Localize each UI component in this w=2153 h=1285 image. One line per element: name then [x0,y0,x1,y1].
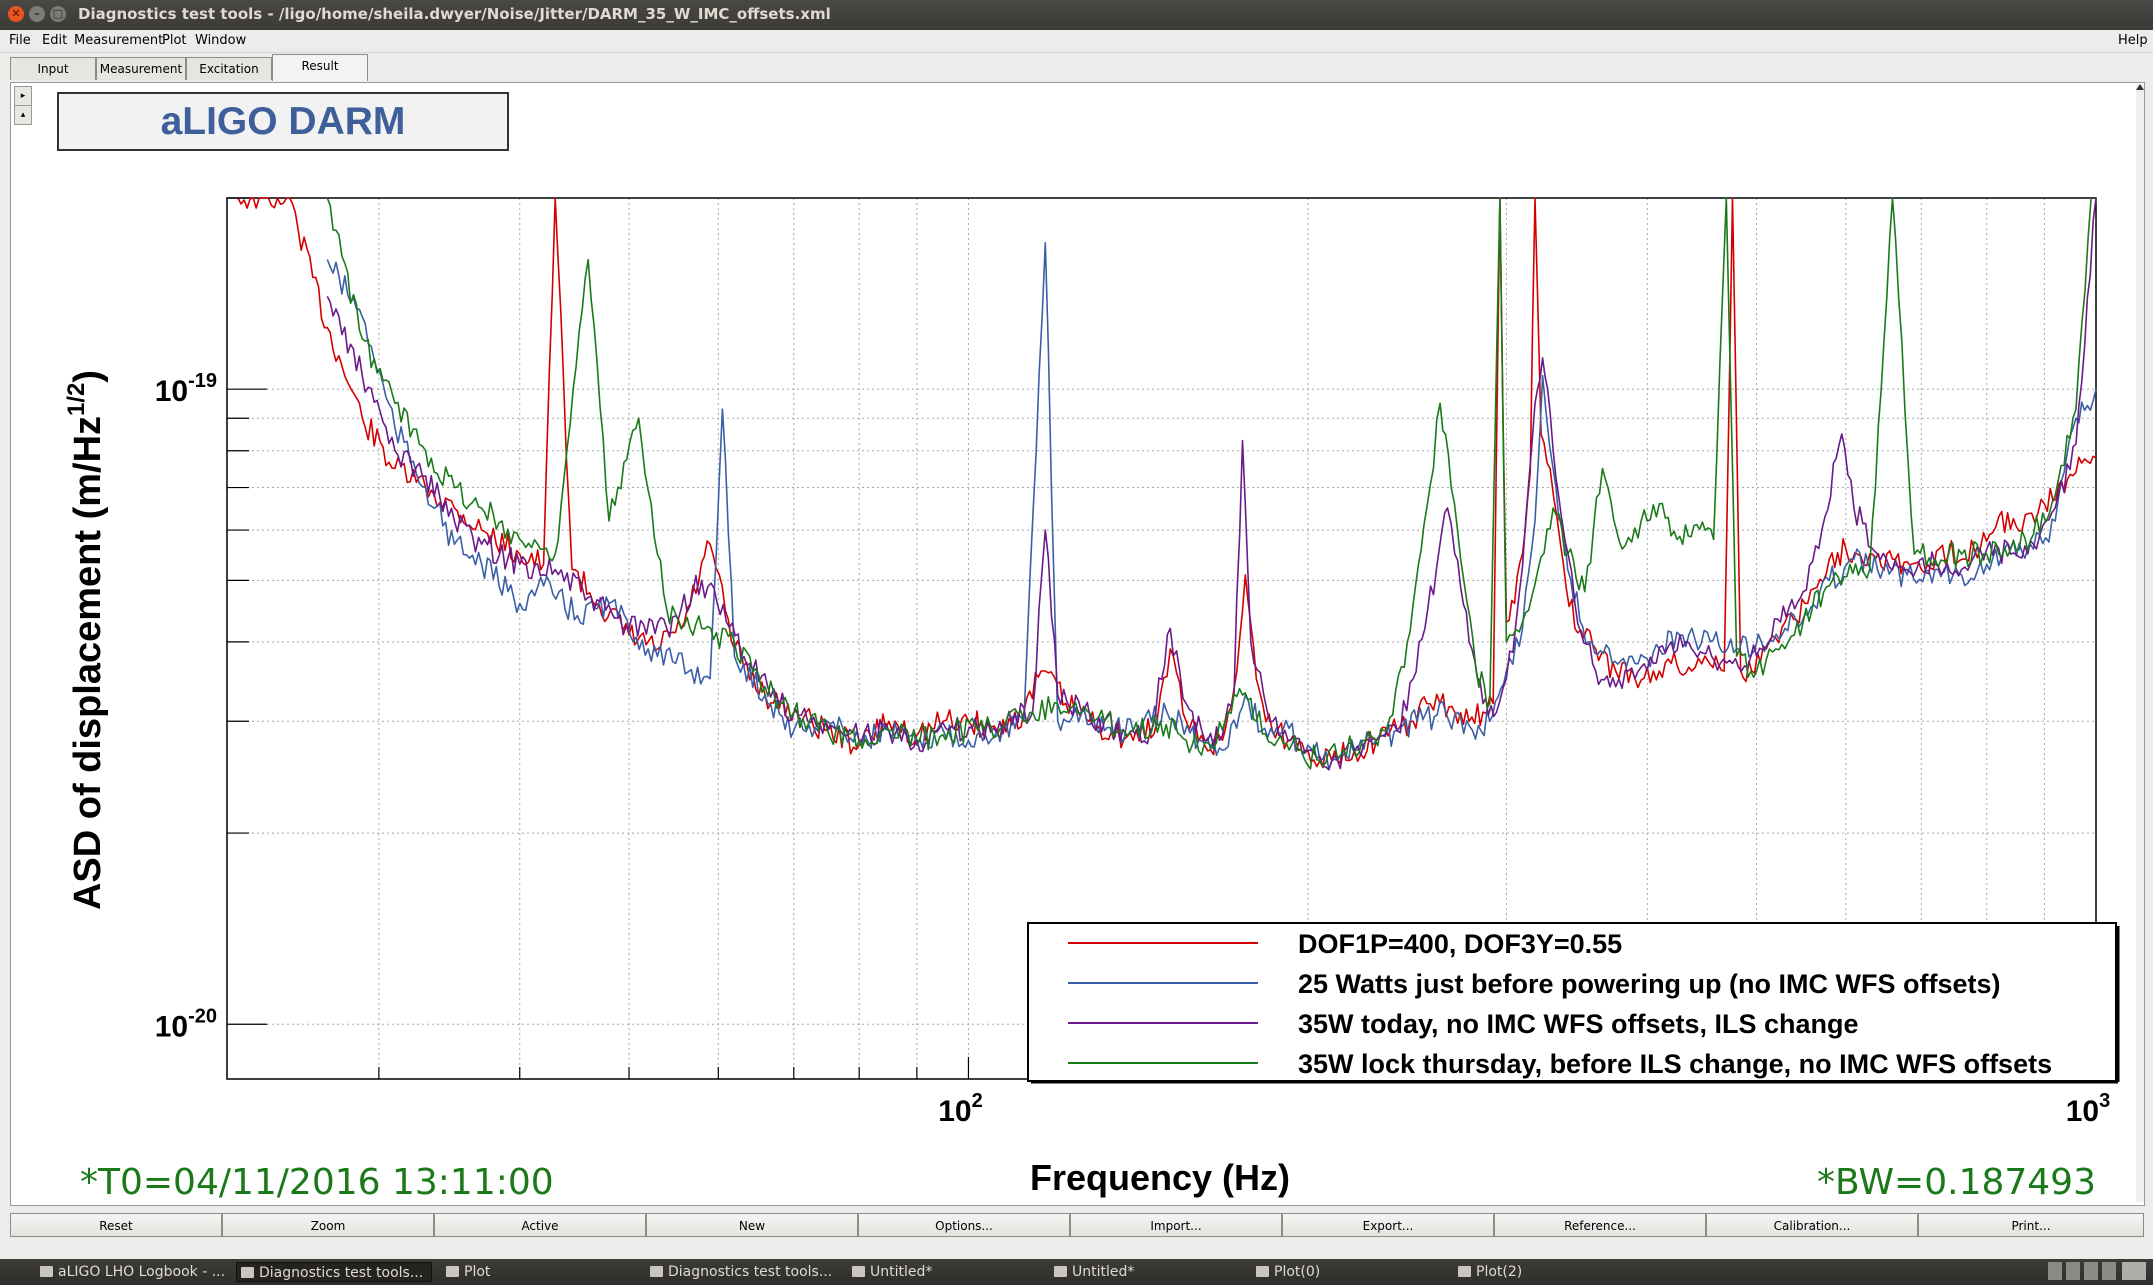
series-line-25-watts-just-before-powering- [326,242,2097,771]
calibration-button[interactable]: Calibration... [1706,1213,1918,1237]
taskbar: aLIGO LHO Logbook - ... Diagnostics test… [0,1259,2153,1285]
taskbar-item-untitled-1[interactable]: Untitled* [848,1262,1044,1282]
taskbar-item-logbook[interactable]: aLIGO LHO Logbook - ... [36,1262,232,1282]
export-button[interactable]: Export... [1282,1213,1494,1237]
y-axis-label: ASD of displacement (m/Hz1/2) [63,370,109,910]
zoom-button[interactable]: Zoom [222,1213,434,1237]
taskbar-item-diagnostics-1[interactable]: Diagnostics test tools... [236,1262,432,1282]
workspace-icon[interactable] [2066,1262,2080,1280]
x-tick-label: 102 [938,1090,983,1128]
t0-label: *T0=04/11/2016 13:11:00 [80,1162,554,1203]
legend: DOF1P=400, DOF3Y=0.55 25 Watts just befor… [1027,922,2120,1084]
taskbar-item-plot0[interactable]: Plot(0) [1252,1262,1448,1282]
trash-icon[interactable] [2122,1262,2146,1280]
taskbar-item-plot[interactable]: Plot [442,1262,638,1282]
reset-button[interactable]: Reset [10,1213,222,1237]
workspace-icon[interactable] [2102,1262,2116,1280]
x-axis-label: Frequency (Hz) [1030,1157,1290,1198]
window-icon [446,1266,459,1277]
x-tick-label: 103 [2066,1090,2111,1128]
document-icon [852,1266,865,1277]
window-icon [241,1267,254,1278]
legend-label: 35W lock thursday, before ILS change, no… [1298,1049,2052,1079]
taskbar-item-diagnostics-2[interactable]: Diagnostics test tools... [646,1262,842,1282]
browser-icon [40,1266,53,1277]
active-button[interactable]: Active [434,1213,646,1237]
taskbar-item-untitled-2[interactable]: Untitled* [1050,1262,1246,1282]
series-line-dof1p-400-dof3y-0-55 [237,197,2097,769]
asd-chart[interactable]: 102 103 10-19 10-20 Frequency (Hz) ASD of d… [0,0,2153,1285]
series-line-35w-today-no-imc-wfs-offsets-i [326,197,2097,771]
taskbar-item-plot2[interactable]: Plot(2) [1454,1262,1650,1282]
workspace-icon[interactable] [2048,1262,2062,1280]
import-button[interactable]: Import... [1070,1213,1282,1237]
window-icon [1458,1266,1471,1277]
legend-label: 25 Watts just before powering up (no IMC… [1298,969,2001,999]
series-layer [237,197,2097,771]
reference-button[interactable]: Reference... [1494,1213,1706,1237]
series-line-35w-lock-thursday-before-ils-c [326,197,2092,770]
options-button[interactable]: Options... [858,1213,1070,1237]
new-button[interactable]: New [646,1213,858,1237]
window-icon [1256,1266,1269,1277]
bw-label: *BW=0.187493 [1817,1162,2096,1203]
legend-label: DOF1P=400, DOF3Y=0.55 [1298,929,1622,959]
window-icon [650,1266,663,1277]
workspace-icon[interactable] [2084,1262,2098,1280]
document-icon [1054,1266,1067,1277]
y-tick-label: 10-20 [155,1005,217,1043]
legend-label: 35W today, no IMC WFS offsets, ILS chang… [1298,1009,1859,1039]
button-bar: Reset Zoom Active New Options... Import.… [0,1208,2153,1240]
print-button[interactable]: Print... [1918,1213,2144,1237]
y-tick-label: 10-19 [155,370,217,408]
